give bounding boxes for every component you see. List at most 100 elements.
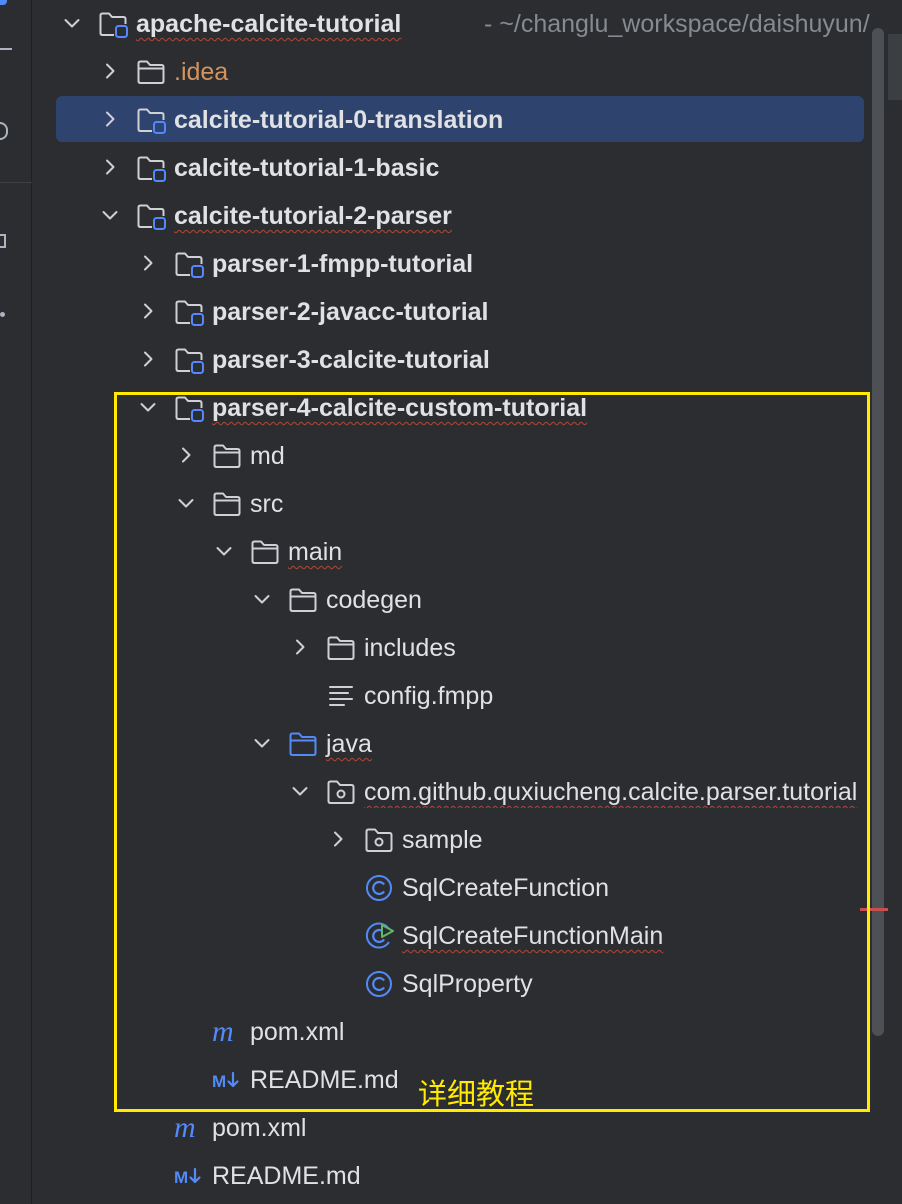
tree-item-label: codegen [326,586,422,614]
chevron-right-icon[interactable] [138,349,158,369]
maven-icon [212,1018,242,1046]
chevron-down-icon[interactable] [252,589,272,609]
tree-item-label: pom.xml [212,1114,307,1142]
tree-row-includes[interactable]: includes [32,624,870,672]
tree-row-sqlcreatefunctionmain[interactable]: SqlCreateFunctionMain [32,912,870,960]
tree-row-parser-1[interactable]: parser-1-fmpp-tutorial [32,240,870,288]
chevron-down-icon[interactable] [252,733,272,753]
chevron-right-icon[interactable] [328,829,348,849]
tree-row-sqlproperty[interactable]: SqlProperty [32,960,870,1008]
tree-row-calcite-tutorial-2[interactable]: calcite-tutorial-2-parser [32,192,870,240]
error-stripe-mark[interactable] [860,908,888,911]
tree-row-package[interactable]: com.github.quxiucheng.calcite.parser.tut… [32,768,870,816]
chevron-right-icon[interactable] [100,109,120,129]
tree-item-label: .idea [174,58,229,86]
gutter-tool-icon[interactable] [0,122,8,140]
tree-row-readme-outer[interactable]: README.md [32,1152,870,1200]
tree-row-parser-4[interactable]: parser-4-calcite-custom-tutorial [32,384,870,432]
java-class-icon [364,970,394,998]
tree-item-label: md [250,442,285,470]
text-file-icon [326,682,356,710]
module-folder-icon [136,202,166,230]
maven-icon [174,1114,204,1142]
gutter-dot [0,312,5,317]
module-folder-icon [136,154,166,182]
chevron-right-icon[interactable] [100,61,120,81]
tree-row-sample[interactable]: sample [32,816,870,864]
tree-item-label: src [250,490,284,518]
tree-row-parser-2[interactable]: parser-2-javacc-tutorial [32,288,870,336]
tree-row-sqlcreatefunction[interactable]: SqlCreateFunction [32,864,870,912]
chevron-right-icon[interactable] [138,301,158,321]
tree-item-label: calcite-tutorial-2-parser [174,202,452,230]
tree-row-calcite-tutorial-0[interactable]: calcite-tutorial-0-translation [32,96,870,144]
folder-icon [250,538,280,566]
tree-item-label: parser-4-calcite-custom-tutorial [212,394,588,422]
tree-row-md[interactable]: md [32,432,870,480]
tree-item-label: pom.xml [250,1018,345,1046]
tree-item-label: main [288,538,343,566]
chevron-right-icon[interactable] [100,157,120,177]
chevron-down-icon[interactable] [138,397,158,417]
tree-row-main[interactable]: main [32,528,870,576]
tree-row-src[interactable]: src [32,480,870,528]
chevron-right-icon[interactable] [138,253,158,273]
tree-row-codegen[interactable]: codegen [32,576,870,624]
scrollbar-notch [888,34,902,100]
tree-row-java[interactable]: java [32,720,870,768]
tree-row-calcite-tutorial-1[interactable]: calcite-tutorial-1-basic [32,144,870,192]
tree-row-config-fmpp[interactable]: config.fmpp [32,672,870,720]
tree-item-label: com.github.quxiucheng.calcite.parser.tut… [364,778,858,806]
tree-item-label: java [326,730,372,758]
tree-row-pom-inner[interactable]: pom.xml [32,1008,870,1056]
tree-row-root[interactable]: apache-calcite-tutorial - ~/changlu_work… [32,0,882,48]
tree-item-label: parser-2-javacc-tutorial [212,298,489,326]
chevron-down-icon[interactable] [290,781,310,801]
folder-icon [326,634,356,662]
module-folder-icon [174,298,204,326]
tree-row-idea[interactable]: .idea [32,48,870,96]
active-tool-indicator [0,0,7,5]
tree-item-label: README.md [212,1162,361,1190]
java-runnable-class-icon [364,922,394,950]
module-folder-icon [98,10,128,38]
tree-item-label: calcite-tutorial-0-translation [174,106,504,134]
project-path: - ~/changlu_workspace/daishuyun/c [484,10,883,38]
project-tree: apache-calcite-tutorial - ~/changlu_work… [32,0,882,1204]
tree-item-label: parser-1-fmpp-tutorial [212,250,474,278]
module-folder-icon [174,250,204,278]
java-class-icon [364,874,394,902]
folder-icon [212,442,242,470]
chevron-down-icon[interactable] [176,493,196,513]
tree-item-label: SqlProperty [402,970,533,998]
chevron-right-icon[interactable] [290,637,310,657]
chevron-down-icon[interactable] [100,205,120,225]
chevron-right-icon[interactable] [176,445,196,465]
package-icon [326,778,356,806]
tree-row-parser-3[interactable]: parser-3-calcite-tutorial [32,336,870,384]
package-icon [364,826,394,854]
gutter-tool-icon[interactable] [0,234,6,248]
folder-icon [288,586,318,614]
source-folder-icon [288,730,318,758]
annotation-label: 详细教程 [418,1077,535,1111]
gutter-dash [0,48,12,50]
markdown-icon [174,1162,208,1190]
module-folder-icon [174,346,204,374]
tree-item-label: calcite-tutorial-1-basic [174,154,440,182]
tree-item-label: README.md [250,1066,399,1094]
folder-icon [212,490,242,518]
tool-window-gutter [0,0,32,1204]
tree-item-label: SqlCreateFunctionMain [402,922,664,950]
tree-item-label: SqlCreateFunction [402,874,610,902]
chevron-down-icon[interactable] [214,541,234,561]
gutter-divider [0,182,32,183]
vertical-scrollbar[interactable] [872,28,884,1036]
module-folder-icon [136,106,166,134]
tree-item-label: config.fmpp [364,682,494,710]
tree-item-label: sample [402,826,483,854]
tree-item-label: includes [364,634,456,662]
tree-item-label: apache-calcite-tutorial [136,10,402,38]
tree-item-label: parser-3-calcite-tutorial [212,346,490,374]
chevron-down-icon[interactable] [62,13,82,33]
